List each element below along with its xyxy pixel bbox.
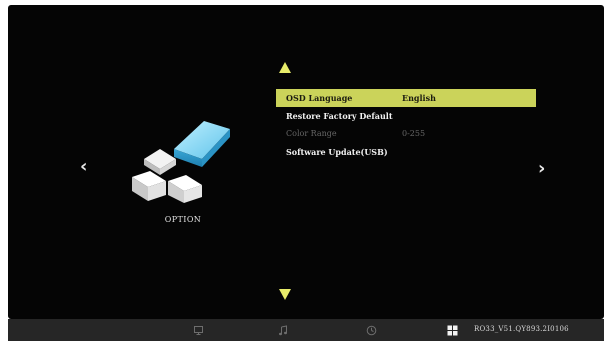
- menu-item-label: Restore Factory Default: [286, 111, 393, 121]
- tv-screen: ‹ › OPTION OSD Language English Restore …: [8, 5, 604, 319]
- menu-item-osd-language[interactable]: OSD Language English: [276, 89, 536, 107]
- menu-item-label: OSD Language: [286, 93, 353, 103]
- menu-item-label: Software Update(USB): [286, 147, 388, 157]
- grid-icon[interactable]: [447, 325, 458, 336]
- menu-item-software-update[interactable]: Software Update(USB): [276, 143, 536, 161]
- settings-menu: OSD Language English Restore Factory Def…: [276, 89, 536, 161]
- menu-item-label: Color Range: [286, 129, 337, 138]
- category-label: OPTION: [164, 215, 202, 224]
- previous-page-arrow[interactable]: ‹: [80, 158, 87, 176]
- firmware-version: RO33_V51.QY893.2I0106: [474, 325, 569, 333]
- menu-item-value: 0-255: [402, 129, 426, 138]
- scroll-down-arrow[interactable]: [279, 289, 291, 300]
- menu-item-restore-factory-default[interactable]: Restore Factory Default: [276, 107, 536, 125]
- menu-item-color-range: Color Range 0-255: [276, 125, 536, 143]
- monitor-icon[interactable]: [193, 325, 204, 336]
- bottom-status-bar: RO33_V51.QY893.2I0106: [8, 319, 604, 341]
- music-icon[interactable]: [278, 325, 289, 336]
- option-icon: [132, 121, 230, 203]
- menu-item-value: English: [402, 93, 436, 103]
- next-page-arrow[interactable]: ›: [538, 160, 545, 178]
- clock-icon[interactable]: [366, 325, 377, 336]
- scroll-up-arrow[interactable]: [279, 62, 291, 73]
